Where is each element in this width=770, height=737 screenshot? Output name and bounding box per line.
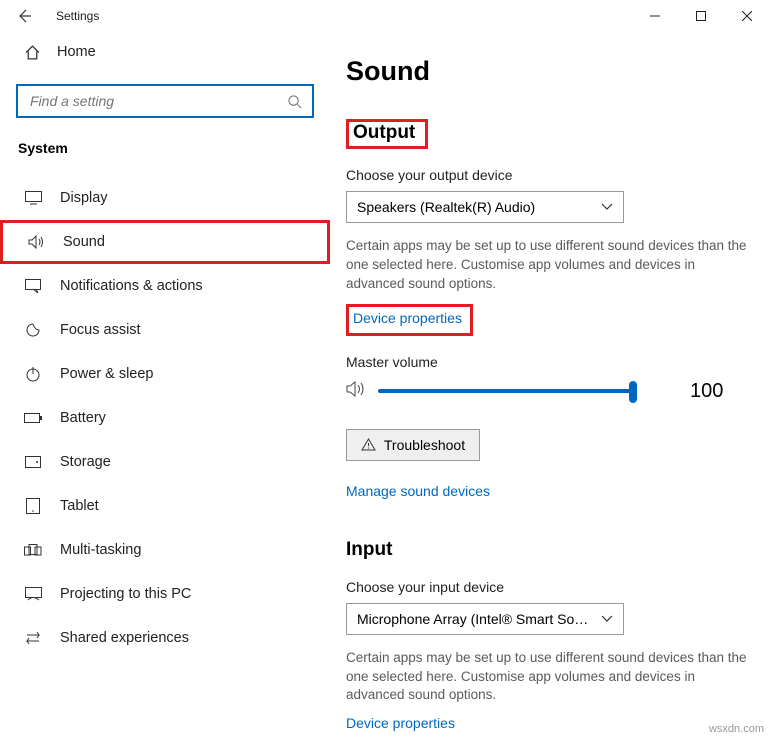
warning-icon: [361, 438, 376, 451]
search-box[interactable]: [16, 84, 314, 118]
nav-label: Sound: [63, 234, 105, 250]
nav-item-display[interactable]: Display: [0, 176, 330, 220]
arrow-left-icon: [16, 8, 32, 24]
chevron-down-icon: [601, 203, 613, 211]
focus-assist-icon: [24, 322, 42, 338]
nav-item-tablet[interactable]: Tablet: [0, 484, 330, 528]
tablet-icon: [24, 498, 42, 514]
input-choose-label: Choose your input device: [346, 579, 758, 595]
nav-label: Display: [60, 190, 108, 206]
input-device-value: Microphone Array (Intel® Smart So…: [357, 611, 588, 627]
volume-row: 100: [346, 380, 758, 403]
window-title: Settings: [56, 9, 99, 23]
chevron-down-icon: [601, 615, 613, 623]
nav-item-sound[interactable]: Sound: [0, 220, 330, 264]
nav-label: Power & sleep: [60, 366, 154, 382]
minimize-button[interactable]: [632, 0, 678, 32]
back-button[interactable]: [0, 0, 48, 32]
output-choose-label: Choose your output device: [346, 167, 758, 183]
nav-label: Projecting to this PC: [60, 586, 191, 602]
storage-icon: [24, 456, 42, 468]
troubleshoot-button[interactable]: Troubleshoot: [346, 429, 480, 461]
notifications-icon: [24, 279, 42, 293]
output-device-dropdown[interactable]: Speakers (Realtek(R) Audio): [346, 191, 624, 223]
input-device-properties-link[interactable]: Device properties: [346, 715, 455, 731]
display-icon: [24, 191, 42, 205]
sidebar: Home System Display Sound Notifications …: [0, 32, 330, 737]
slider-thumb[interactable]: [629, 381, 637, 403]
master-volume-label: Master volume: [346, 354, 758, 370]
input-help-text: Certain apps may be set up to use differ…: [346, 649, 756, 706]
section-header: System: [0, 140, 330, 156]
output-device-properties-link[interactable]: Device properties: [353, 310, 462, 326]
battery-icon: [24, 413, 42, 423]
maximize-button[interactable]: [678, 0, 724, 32]
nav-item-battery[interactable]: Battery: [0, 396, 330, 440]
nav-item-shared[interactable]: Shared experiences: [0, 616, 330, 660]
main-content: Sound Output Choose your output device S…: [330, 32, 770, 737]
nav-item-multitasking[interactable]: Multi-tasking: [0, 528, 330, 572]
troubleshoot-label: Troubleshoot: [384, 437, 465, 453]
shared-icon: [24, 631, 42, 645]
volume-slider[interactable]: [378, 389, 634, 393]
nav-label: Shared experiences: [60, 630, 189, 646]
output-device-value: Speakers (Realtek(R) Audio): [357, 199, 535, 215]
watermark: wsxdn.com: [709, 723, 764, 735]
input-device-dropdown[interactable]: Microphone Array (Intel® Smart So…: [346, 603, 624, 635]
sound-icon: [27, 235, 45, 249]
output-header: Output: [353, 122, 415, 144]
output-header-highlight: Output: [346, 119, 428, 149]
volume-icon[interactable]: [346, 381, 366, 402]
nav-label: Battery: [60, 410, 106, 426]
nav-label: Focus assist: [60, 322, 141, 338]
volume-value: 100: [690, 380, 723, 403]
input-header: Input: [346, 539, 758, 561]
search-input[interactable]: [28, 92, 287, 110]
nav-item-projecting[interactable]: Projecting to this PC: [0, 572, 330, 616]
device-properties-highlight: Device properties: [346, 304, 473, 336]
nav-item-notifications[interactable]: Notifications & actions: [0, 264, 330, 308]
home-icon: [24, 44, 41, 61]
manage-sound-devices-link[interactable]: Manage sound devices: [346, 483, 758, 499]
nav-label: Tablet: [60, 498, 99, 514]
nav-label: Storage: [60, 454, 111, 470]
page-title: Sound: [346, 56, 758, 87]
nav-item-storage[interactable]: Storage: [0, 440, 330, 484]
output-help-text: Certain apps may be set up to use differ…: [346, 237, 756, 294]
projecting-icon: [24, 587, 42, 601]
nav-label: Multi-tasking: [60, 542, 141, 558]
power-icon: [24, 366, 42, 382]
nav-item-power[interactable]: Power & sleep: [0, 352, 330, 396]
nav-item-focus-assist[interactable]: Focus assist: [0, 308, 330, 352]
search-icon: [287, 94, 302, 109]
home-nav[interactable]: Home: [0, 32, 330, 72]
multitasking-icon: [24, 544, 42, 556]
window-controls: [632, 0, 770, 32]
home-label: Home: [57, 44, 96, 60]
nav-label: Notifications & actions: [60, 278, 203, 294]
close-button[interactable]: [724, 0, 770, 32]
title-bar: Settings: [0, 0, 770, 32]
